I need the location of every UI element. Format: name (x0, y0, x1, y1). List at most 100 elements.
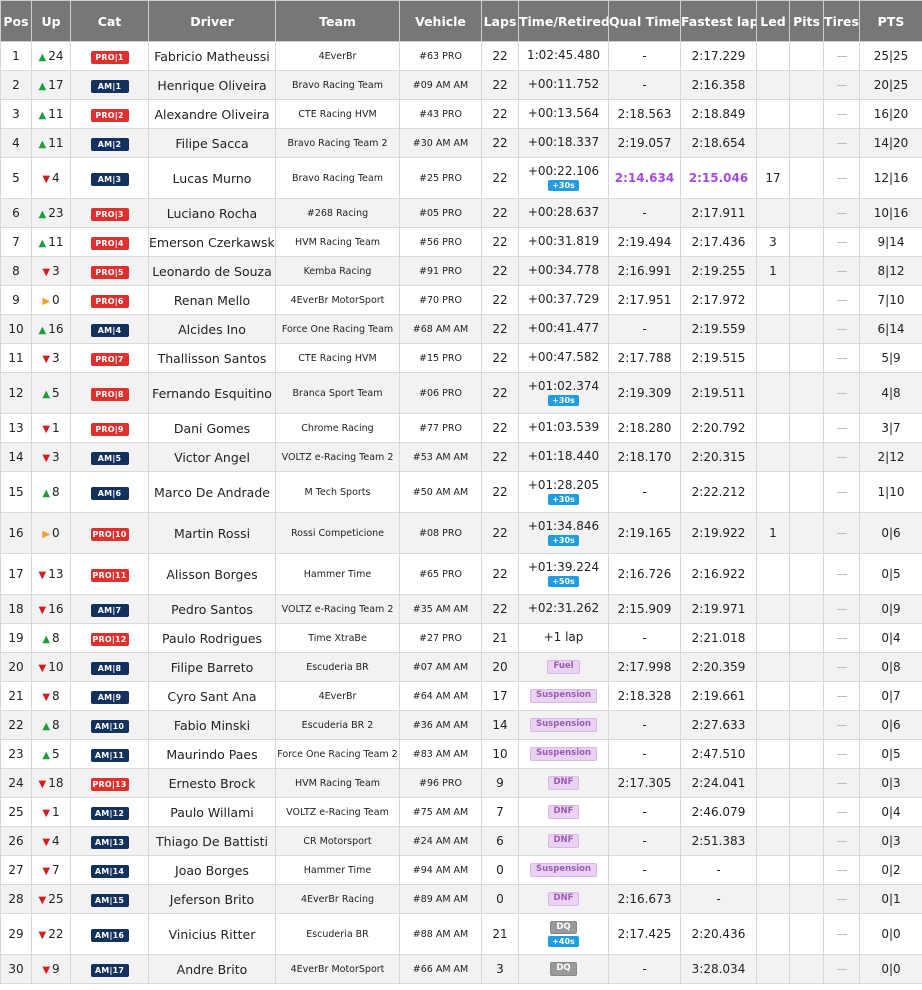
driver-name[interactable]: Alcides Ino (178, 322, 246, 337)
team-name[interactable]: 4EverBr (319, 51, 357, 62)
column-header-pits[interactable]: Pits (789, 0, 824, 42)
team-name[interactable]: Kemba Racing (304, 266, 372, 277)
table-row[interactable]: 8 ▼ 3 PRO|5 Leonardo de Souza Kemba Racing #91… (0, 256, 922, 286)
driver-name[interactable]: Ernesto Brock (169, 776, 256, 791)
table-row[interactable]: 22 ▲ 8 AM|10 Fabio Minski Escuderia BR 2 #36 A… (0, 710, 922, 740)
team-name[interactable]: Hammer Time (304, 569, 372, 580)
team-cell[interactable]: Force One Racing Team (275, 314, 400, 344)
team-cell[interactable]: HVM Racing Team (275, 768, 400, 798)
driver-cell[interactable]: Paulo Rodrigues (148, 623, 276, 653)
team-name[interactable]: Bravo Racing Team 2 (287, 138, 387, 149)
team-cell[interactable]: Time XtraBe (275, 623, 400, 653)
table-row[interactable]: 17 ▼ 13 PRO|11 Alisson Borges Hammer Time #65 … (0, 553, 922, 595)
team-name[interactable]: CTE Racing HVM (298, 109, 376, 120)
driver-cell[interactable]: Renan Mello (148, 285, 276, 315)
team-cell[interactable]: Hammer Time (275, 855, 400, 885)
driver-cell[interactable]: Paulo Willami (148, 797, 276, 827)
driver-cell[interactable]: Joao Borges (148, 855, 276, 885)
team-cell[interactable]: CTE Racing HVM (275, 99, 400, 129)
team-name[interactable]: VOLTZ e-Racing Team (286, 807, 389, 818)
team-name[interactable]: CR Motorsport (303, 836, 371, 847)
team-name[interactable]: Hammer Time (304, 865, 372, 876)
team-name[interactable]: Branca Sport Team (293, 388, 383, 399)
driver-cell[interactable]: Marco De Andrade (148, 471, 276, 513)
driver-name[interactable]: Maurindo Paes (166, 747, 257, 762)
team-name[interactable]: Force One Racing Team 2 (277, 749, 397, 760)
team-cell[interactable]: 4EverBr MotorSport (275, 954, 400, 984)
table-row[interactable]: 5 ▼ 4 AM|3 Lucas Murno Bravo Racing Team #25 P… (0, 157, 922, 199)
team-name[interactable]: Time XtraBe (308, 633, 367, 644)
driver-cell[interactable]: Luciano Rocha (148, 198, 276, 228)
driver-name[interactable]: Fabricio Matheussi (154, 49, 270, 64)
driver-name[interactable]: Thiago De Battisti (156, 834, 268, 849)
driver-cell[interactable]: Maurindo Paes (148, 739, 276, 769)
team-cell[interactable]: 4EverBr (275, 41, 400, 71)
table-row[interactable]: 9 ▶ 0 PRO|6 Renan Mello 4EverBr MotorSport #70… (0, 285, 922, 315)
team-cell[interactable]: Hammer Time (275, 553, 400, 595)
driver-cell[interactable]: Ernesto Brock (148, 768, 276, 798)
column-header-driver[interactable]: Driver (148, 0, 276, 42)
driver-cell[interactable]: Alcides Ino (148, 314, 276, 344)
column-header-vehicle[interactable]: Vehicle (399, 0, 482, 42)
team-name[interactable]: Chrome Racing (301, 423, 373, 434)
team-cell[interactable]: HVM Racing Team (275, 227, 400, 257)
table-row[interactable]: 7 ▲ 11 PRO|4 Emerson Czerkawski HVM Racing Te… (0, 227, 922, 257)
column-header-time-retired[interactable]: Time/Retired (518, 0, 609, 42)
table-row[interactable]: 13 ▼ 1 PRO|9 Dani Gomes Chrome Racing #77 PRO 2… (0, 413, 922, 443)
table-row[interactable]: 10 ▲ 16 AM|4 Alcides Ino Force One Racing Tea… (0, 314, 922, 344)
team-name[interactable]: Escuderia BR (306, 662, 369, 673)
table-row[interactable]: 1 ▲ 24 PRO|1 Fabricio Matheussi 4EverBr #63 PR… (0, 41, 922, 71)
driver-cell[interactable]: Thallisson Santos (148, 343, 276, 373)
driver-name[interactable]: Paulo Willami (170, 805, 253, 820)
driver-name[interactable]: Leonardo de Souza (152, 264, 271, 279)
team-cell[interactable]: VOLTZ e-Racing Team 2 (275, 594, 400, 624)
driver-cell[interactable]: Filipe Sacca (148, 128, 276, 158)
driver-name[interactable]: Fabio Minski (174, 718, 250, 733)
driver-name[interactable]: Andre Brito (177, 962, 248, 977)
team-cell[interactable]: CR Motorsport (275, 826, 400, 856)
column-header-fastest-lap[interactable]: Fastest lap (680, 0, 757, 42)
table-row[interactable]: 27 ▼ 7 AM|14 Joao Borges Hammer Time #94 AM AM… (0, 855, 922, 885)
column-header-team[interactable]: Team (275, 0, 400, 42)
table-row[interactable]: 26 ▼ 4 AM|13 Thiago De Battisti CR Motorsport… (0, 826, 922, 856)
team-cell[interactable]: Bravo Racing Team 2 (275, 128, 400, 158)
driver-cell[interactable]: Martin Rossi (148, 512, 276, 554)
table-row[interactable]: 18 ▼ 16 AM|7 Pedro Santos VOLTZ e-Racing Team… (0, 594, 922, 624)
table-row[interactable]: 25 ▼ 1 AM|12 Paulo Willami VOLTZ e-Racing Tea… (0, 797, 922, 827)
team-name[interactable]: M Tech Sports (305, 487, 371, 498)
table-row[interactable]: 15 ▲ 8 AM|6 Marco De Andrade M Tech Sports #50… (0, 471, 922, 513)
driver-cell[interactable]: Fabio Minski (148, 710, 276, 740)
driver-cell[interactable]: Alisson Borges (148, 553, 276, 595)
team-name[interactable]: 4EverBr MotorSport (291, 295, 385, 306)
team-cell[interactable]: Force One Racing Team 2 (275, 739, 400, 769)
driver-name[interactable]: Thallisson Santos (158, 351, 267, 366)
table-row[interactable]: 19 ▲ 8 PRO|12 Paulo Rodrigues Time XtraBe #27 … (0, 623, 922, 653)
team-cell[interactable]: Escuderia BR (275, 652, 400, 682)
team-cell[interactable]: Bravo Racing Team (275, 157, 400, 199)
table-row[interactable]: 12 ▲ 5 PRO|8 Fernando Esquitino Branca Sport … (0, 372, 922, 414)
team-name[interactable]: 4EverBr Racing (301, 894, 374, 905)
column-header-led[interactable]: Led (756, 0, 790, 42)
driver-name[interactable]: Martin Rossi (174, 526, 250, 541)
column-header-pos[interactable]: Pos (0, 0, 32, 42)
driver-cell[interactable]: Thiago De Battisti (148, 826, 276, 856)
driver-name[interactable]: Luciano Rocha (167, 206, 257, 221)
team-cell[interactable]: VOLTZ e-Racing Team 2 (275, 442, 400, 472)
driver-name[interactable]: Dani Gomes (174, 421, 250, 436)
driver-cell[interactable]: Jeferson Brito (148, 884, 276, 914)
driver-name[interactable]: Renan Mello (174, 293, 250, 308)
team-name[interactable]: VOLTZ e-Racing Team 2 (282, 604, 394, 615)
team-cell[interactable]: #268 Racing (275, 198, 400, 228)
table-row[interactable]: 24 ▼ 18 PRO|13 Ernesto Brock HVM Racing Team #… (0, 768, 922, 798)
driver-name[interactable]: Filipe Barreto (171, 660, 254, 675)
column-header-tires[interactable]: Tires (823, 0, 860, 42)
driver-name[interactable]: Cyro Sant Ana (167, 689, 256, 704)
table-row[interactable]: 28 ▼ 25 AM|15 Jeferson Brito 4EverBr Racing #8… (0, 884, 922, 914)
team-name[interactable]: Force One Racing Team (282, 324, 393, 335)
column-header-qual-time[interactable]: Qual Time (608, 0, 681, 42)
driver-name[interactable]: Alexandre Oliveira (154, 107, 269, 122)
table-row[interactable]: 4 ▲ 11 AM|2 Filipe Sacca Bravo Racing Team 2 #… (0, 128, 922, 158)
driver-cell[interactable]: Victor Angel (148, 442, 276, 472)
team-cell[interactable]: Chrome Racing (275, 413, 400, 443)
table-row[interactable]: 16 ▶ 0 PRO|10 Martin Rossi Rossi Competicione… (0, 512, 922, 554)
